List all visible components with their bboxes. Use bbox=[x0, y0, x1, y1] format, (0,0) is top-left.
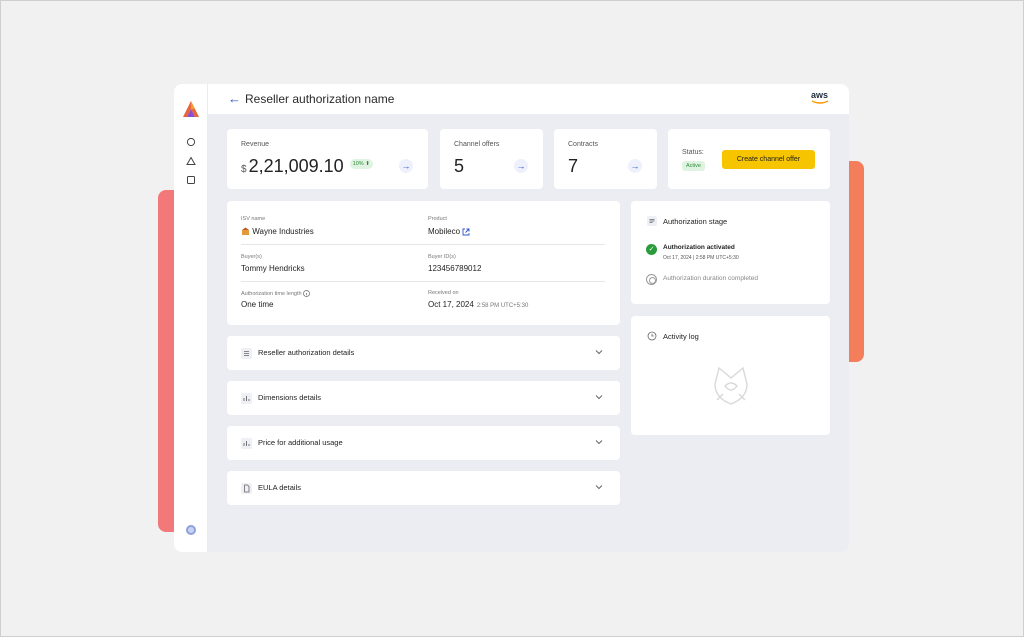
pending-step-icon bbox=[646, 274, 657, 285]
auth-time-label: Authorization time length bbox=[241, 290, 302, 297]
channel-offers-arrow-button[interactable]: → bbox=[514, 159, 528, 173]
chevron-down-icon[interactable] bbox=[595, 438, 603, 446]
buyers-label: Buyer(s) bbox=[241, 254, 262, 260]
buyers-value: Tommy Hendricks bbox=[241, 264, 305, 273]
accordion-eula-details[interactable]: EULA details bbox=[227, 471, 620, 505]
accordion-price-additional-usage[interactable]: Price for additional usage bbox=[227, 426, 620, 460]
channel-offers-card: Channel offers 5 → bbox=[440, 129, 543, 189]
details-divider-1 bbox=[241, 244, 605, 245]
stage-step-title: Authorization activated bbox=[663, 244, 735, 251]
authorization-stage-panel: Authorization stage ✓ Authorization acti… bbox=[631, 201, 830, 304]
stage-step-time: Oct 17, 2024 | 2:58 PM UTC+5:30 bbox=[663, 255, 739, 261]
stage-icon bbox=[647, 216, 657, 226]
accordion-label: Dimensions details bbox=[258, 393, 321, 402]
contracts-card: Contracts 7 → bbox=[554, 129, 657, 189]
revenue-value-group: $2,21,009.10 10% ⬆ bbox=[241, 156, 373, 177]
clock-icon bbox=[647, 331, 657, 341]
list-icon bbox=[241, 348, 252, 359]
auth-time-value: One time bbox=[241, 300, 274, 309]
info-icon[interactable] bbox=[303, 290, 310, 297]
check-icon: ✓ bbox=[646, 244, 657, 255]
accordion-reseller-details[interactable]: Reseller authorization details bbox=[227, 336, 620, 370]
accordion-dimensions-details[interactable]: Dimensions details bbox=[227, 381, 620, 415]
aws-smile-icon bbox=[811, 100, 829, 104]
settings-icon[interactable] bbox=[186, 525, 196, 535]
square-icon[interactable] bbox=[186, 175, 196, 185]
received-on-row: Oct 17, 2024 2:58 PM UTC+5:30 bbox=[428, 300, 528, 309]
app-window: ← Reseller authorization name aws Revenu… bbox=[174, 84, 849, 552]
accordion-label: Price for additional usage bbox=[258, 438, 343, 447]
chart-icon bbox=[241, 438, 252, 449]
revenue-currency: $ bbox=[241, 164, 247, 175]
chevron-down-icon[interactable] bbox=[595, 483, 603, 491]
circle-icon[interactable] bbox=[186, 137, 196, 147]
received-on-time: 2:58 PM UTC+5:30 bbox=[476, 303, 529, 309]
document-icon bbox=[241, 483, 252, 494]
revenue-change-badge: 10% ⬆ bbox=[349, 159, 373, 170]
revenue-arrow-button[interactable]: → bbox=[399, 159, 413, 173]
page-title: Reseller authorization name bbox=[245, 92, 395, 106]
status-badge: Active bbox=[682, 161, 705, 171]
app-logo-icon[interactable] bbox=[181, 100, 201, 118]
accordion-label: Reseller authorization details bbox=[258, 348, 355, 357]
channel-offers-value: 5 bbox=[454, 156, 465, 176]
empty-state-illustration-icon bbox=[714, 366, 748, 405]
contracts-value: 7 bbox=[568, 156, 579, 176]
isv-name-label: ISV name bbox=[241, 216, 266, 222]
aws-logo-icon: aws bbox=[811, 91, 833, 107]
external-link-icon[interactable] bbox=[462, 228, 470, 236]
chevron-down-icon[interactable] bbox=[595, 393, 603, 401]
stage-step-title: Authorization duration completed bbox=[663, 275, 759, 282]
activity-log-panel: Activity log bbox=[631, 316, 830, 435]
revenue-value: 2,21,009.10 bbox=[248, 156, 344, 176]
authorization-stage-title: Authorization stage bbox=[663, 217, 728, 226]
isv-name-value: Wayne Industries bbox=[252, 227, 314, 236]
product-value[interactable]: Mobileco bbox=[428, 227, 460, 236]
contracts-arrow-button[interactable]: → bbox=[628, 159, 642, 173]
top-bar: ← Reseller authorization name aws bbox=[208, 84, 849, 114]
received-on-label: Received on bbox=[428, 290, 459, 296]
company-icon bbox=[242, 227, 249, 236]
activity-log-title: Activity log bbox=[663, 332, 699, 341]
chevron-down-icon[interactable] bbox=[595, 348, 603, 356]
buyer-ids-label: Buyer ID(s) bbox=[428, 254, 456, 260]
details-divider-2 bbox=[241, 281, 605, 282]
accordion-label: EULA details bbox=[258, 483, 301, 492]
back-arrow-icon[interactable]: ← bbox=[228, 92, 241, 105]
status-label: Status: bbox=[682, 149, 704, 156]
chart-icon bbox=[241, 393, 252, 404]
received-on-date: Oct 17, 2024 bbox=[428, 300, 474, 309]
aws-logo-text: aws bbox=[811, 90, 829, 100]
contracts-label: Contracts bbox=[568, 141, 598, 148]
product-label: Product bbox=[428, 216, 447, 222]
revenue-change: 10% bbox=[352, 161, 364, 168]
details-card: ISV name Wayne Industries Product Mobile… bbox=[227, 201, 620, 325]
status-card: Status: Active Create channel offer bbox=[668, 129, 830, 189]
sidebar bbox=[174, 84, 208, 552]
create-channel-offer-button[interactable]: Create channel offer bbox=[722, 150, 815, 169]
isv-name-row: Wayne Industries bbox=[241, 227, 314, 236]
triangle-icon[interactable] bbox=[186, 156, 196, 166]
revenue-label: Revenue bbox=[241, 141, 270, 148]
product-row: Mobileco bbox=[428, 227, 470, 236]
channel-offers-label: Channel offers bbox=[454, 141, 500, 148]
buyer-ids-value: 123456789012 bbox=[428, 264, 482, 273]
auth-time-label-row: Authorization time length bbox=[241, 290, 310, 297]
revenue-card: Revenue $2,21,009.10 10% ⬆ → bbox=[227, 129, 428, 189]
